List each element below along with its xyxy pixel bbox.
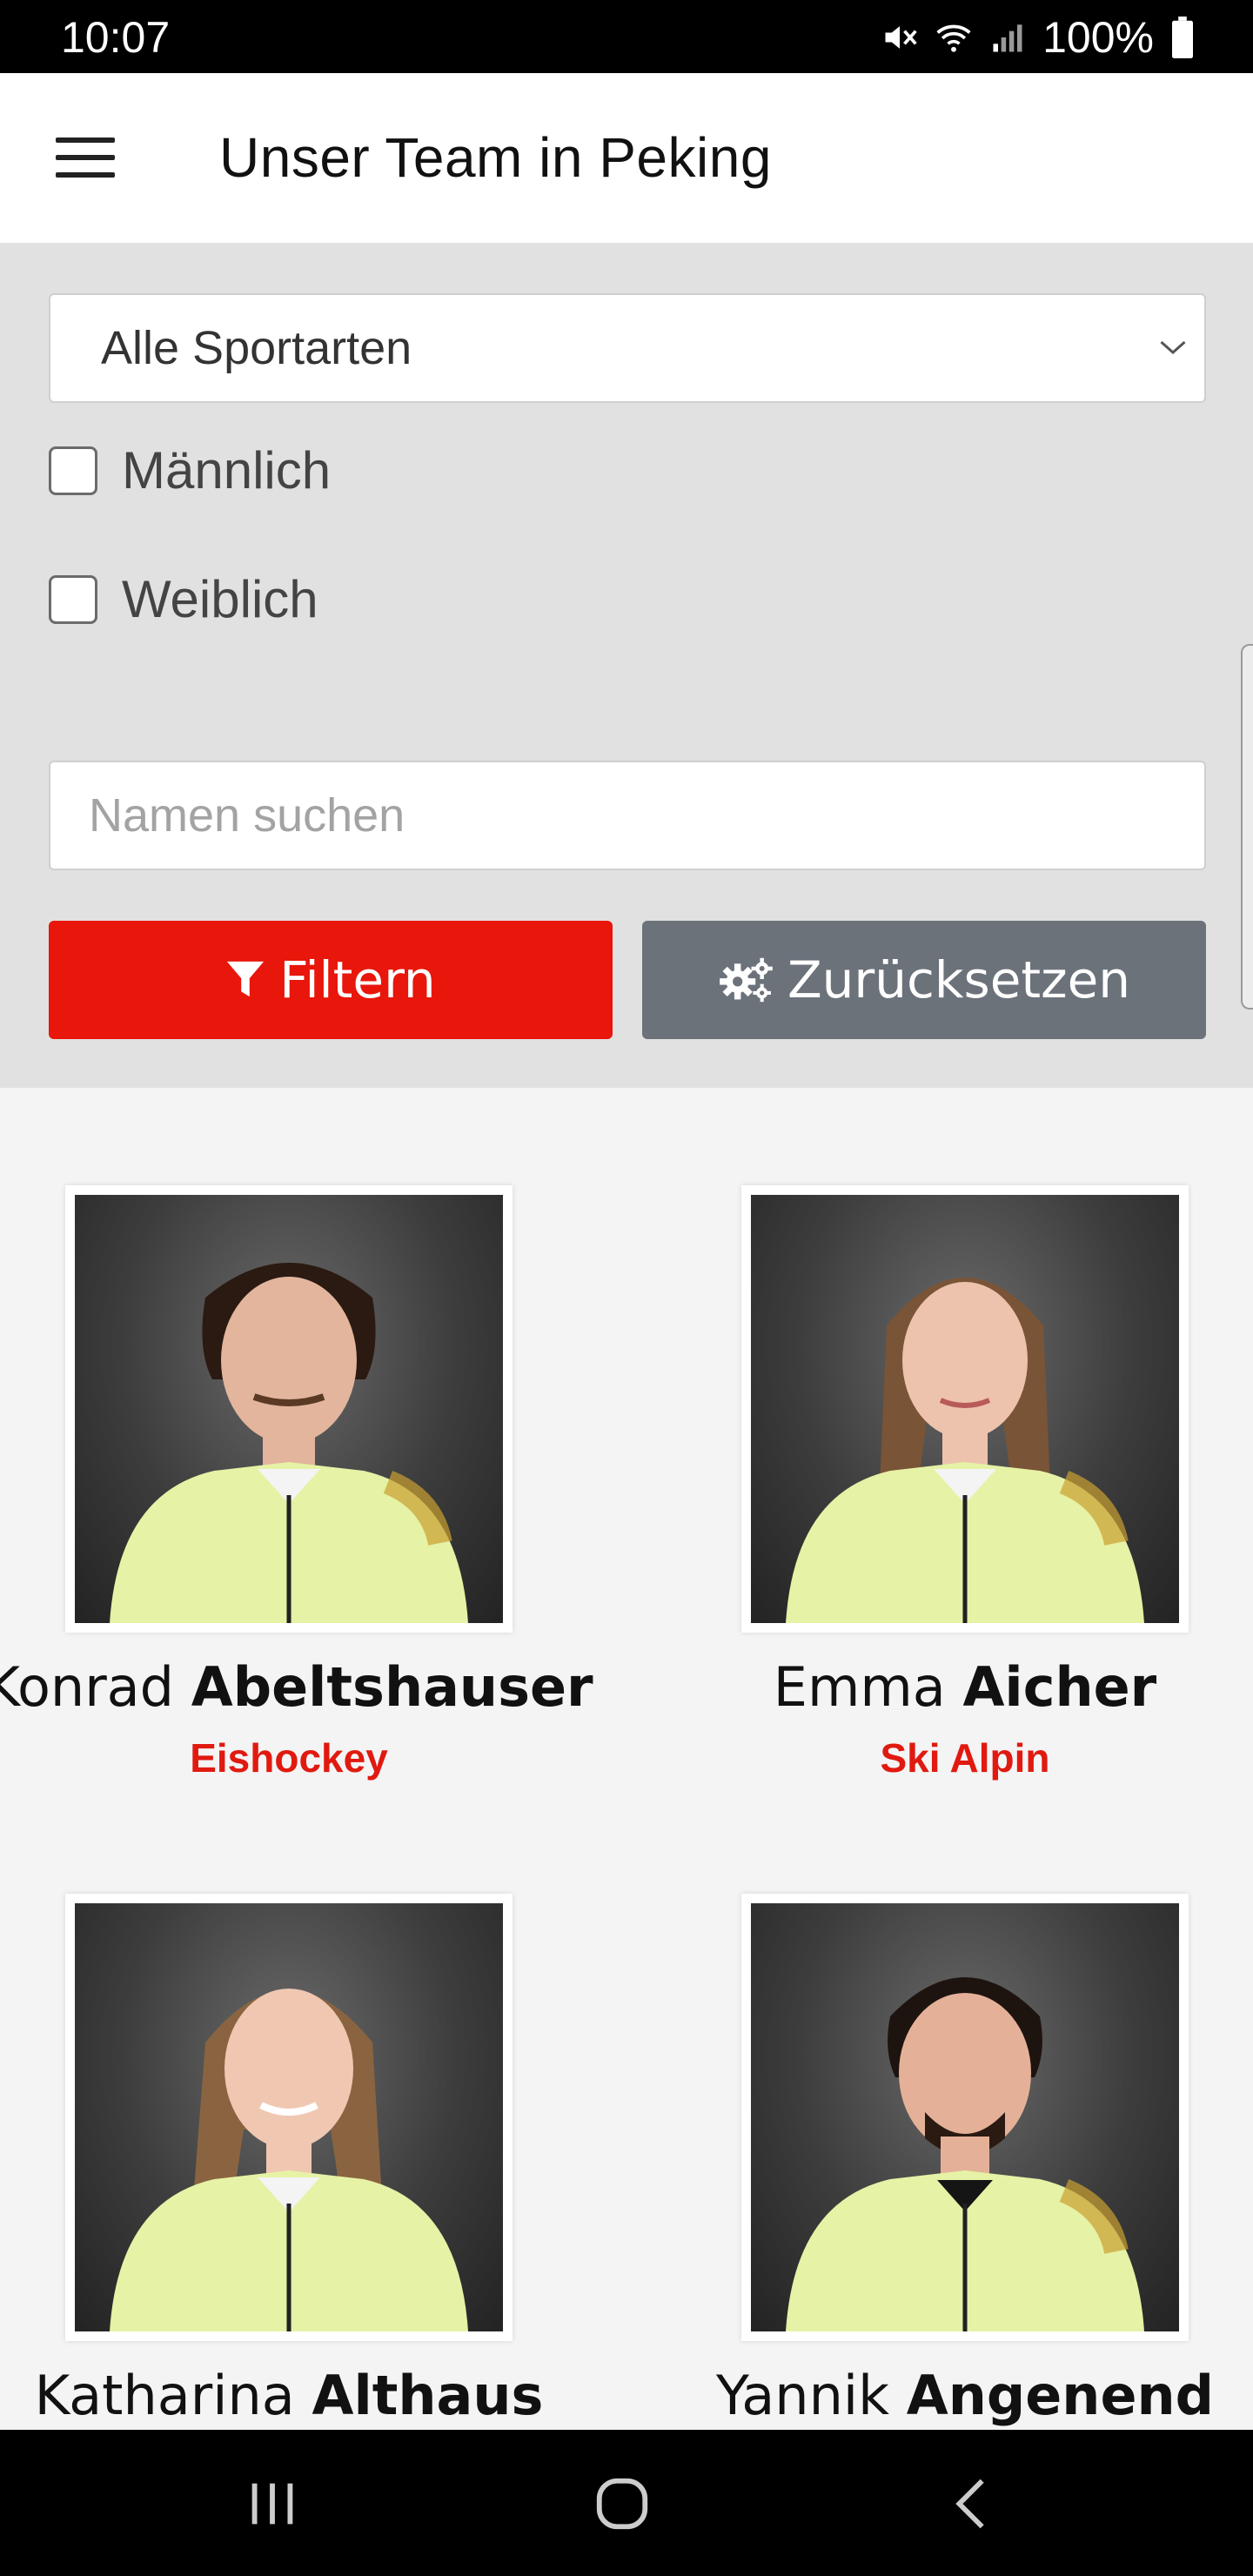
filter-panel: Alle Sportarten Männlich Weiblich Filter…	[0, 244, 1253, 1088]
male-label: Männlich	[122, 441, 332, 500]
signal-icon	[993, 24, 1022, 52]
athlete-card[interactable]: Katharina Althaus	[0, 1894, 593, 2427]
side-scroll-handle[interactable]	[1241, 644, 1253, 1010]
athlete-sport[interactable]: Ski Alpin	[660, 1734, 1253, 1781]
reset-button-label: Zurücksetzen	[787, 950, 1131, 1010]
athlete-name: Katharina Althaus	[34, 2364, 544, 2427]
female-checkbox-row[interactable]: Weiblich	[49, 569, 318, 629]
athlete-portrait-image	[786, 1977, 1144, 2331]
screen: 10:07 100% Unser Team in Peking Alle Spo…	[0, 0, 1253, 2576]
app-bar: Unser Team in Peking	[0, 73, 1253, 244]
chevron-down-icon	[1160, 340, 1186, 355]
athlete-sport[interactable]: Eishockey	[0, 1734, 593, 1781]
wifi-icon	[936, 24, 971, 52]
back-icon[interactable]	[941, 2473, 1002, 2534]
battery-icon	[1172, 17, 1193, 58]
athlete-portrait-image	[786, 1278, 1144, 1623]
system-nav-bar	[0, 2430, 1253, 2576]
reset-button[interactable]: Zurücksetzen	[642, 921, 1206, 1039]
athlete-name: Emma Aicher	[773, 1655, 1157, 1719]
female-checkbox[interactable]	[49, 574, 97, 624]
name-search-input[interactable]	[49, 761, 1206, 870]
funnel-icon	[227, 961, 265, 997]
male-checkbox-row[interactable]: Männlich	[49, 440, 331, 500]
athlete-name: Konrad Abeltshauser	[0, 1655, 593, 1719]
status-icons: 100%	[881, 12, 1196, 63]
filter-button[interactable]: Filtern	[49, 921, 613, 1039]
mute-icon	[885, 26, 917, 49]
athlete-photo[interactable]	[741, 1185, 1189, 1633]
athlete-photo[interactable]	[741, 1894, 1189, 2341]
athlete-portrait-image	[110, 1989, 468, 2331]
female-label: Weiblich	[122, 570, 318, 628]
athlete-photo[interactable]	[65, 1894, 513, 2341]
gears-icon	[720, 957, 773, 1003]
page-title: Unser Team in Peking	[219, 126, 772, 189]
sport-select[interactable]: Alle Sportarten	[49, 293, 1206, 403]
sport-select-value: Alle Sportarten	[101, 322, 412, 374]
athlete-name: Yannik Angenend	[715, 2364, 1215, 2427]
status-time: 10:07	[61, 13, 171, 62]
athlete-card[interactable]: Konrad Abeltshauser Eishockey	[0, 1185, 593, 1781]
male-checkbox[interactable]	[49, 446, 97, 495]
athlete-card[interactable]: Emma Aicher Ski Alpin	[660, 1185, 1253, 1781]
filter-button-label: Filtern	[279, 950, 436, 1010]
status-bar: 10:07 100%	[0, 0, 1253, 73]
battery-percent: 100%	[1042, 13, 1154, 62]
athlete-card[interactable]: Yannik Angenend	[660, 1894, 1253, 2427]
recent-apps-icon[interactable]	[242, 2473, 303, 2534]
hamburger-icon[interactable]	[56, 138, 115, 181]
athlete-portrait-image	[110, 1263, 468, 1623]
home-icon[interactable]	[592, 2473, 653, 2534]
athlete-photo[interactable]	[65, 1185, 513, 1633]
